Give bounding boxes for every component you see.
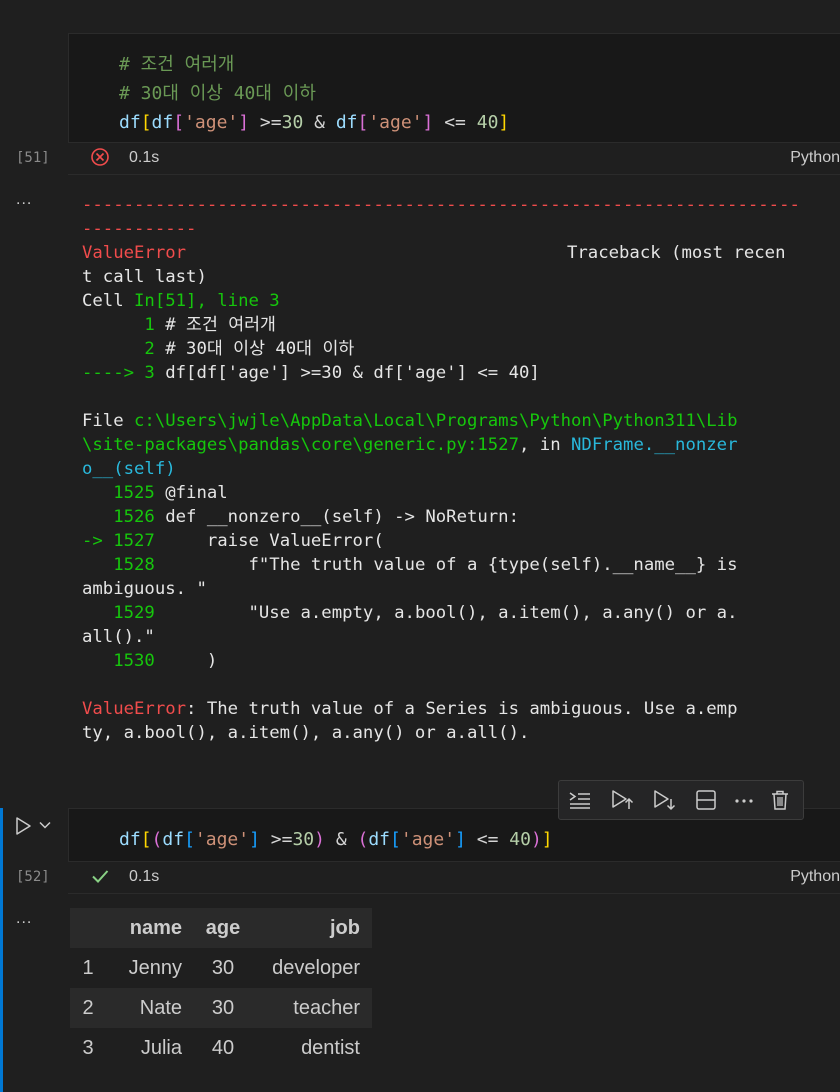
divider	[68, 174, 840, 175]
traceback-dashes: ----------------------------------------…	[82, 195, 800, 215]
column-header-job: job	[330, 916, 360, 939]
traceback-file-line: File c:\Users\jwjle\AppData\Local\Progra…	[82, 411, 738, 431]
cell-name: Julia	[140, 1036, 182, 1059]
traceback-header: ValueError Traceback (most recen	[82, 243, 786, 263]
traceback-lib-line: 1528 f"The truth value of a {type(self).…	[82, 555, 738, 575]
row-index: 2	[82, 996, 94, 1019]
run-below-icon[interactable]	[651, 787, 677, 813]
code-line-1: # 조건 여러개	[119, 54, 235, 75]
traceback-wrap-line: ambiguous. "	[82, 579, 207, 599]
traceback-lib-line: 1530 )	[82, 651, 218, 671]
check-icon	[90, 866, 110, 886]
code-cell-51-editor[interactable]: # 조건 여러개 # 30대 이상 40대 이하 df[df['age'] >=…	[68, 33, 840, 143]
run-by-line-icon[interactable]	[567, 787, 593, 813]
error-message: ValueError: The truth value of a Series …	[82, 699, 738, 719]
traceback-wrap-line: all()."	[82, 627, 155, 647]
run-cell-button[interactable]	[12, 815, 34, 837]
output-more-button[interactable]: ...	[16, 911, 32, 927]
cell-age: 40	[211, 1036, 235, 1059]
cell-focus-indicator	[0, 808, 3, 1092]
traceback-lib-arrow-line: -> 1527 raise ValueError(	[82, 531, 384, 551]
cell-age: 30	[211, 956, 235, 979]
index-header	[70, 908, 106, 948]
chevron-down-icon[interactable]	[38, 818, 52, 832]
cell-name: Jenny	[128, 956, 182, 979]
column-header-name: name	[129, 916, 182, 939]
output-more-button[interactable]: ...	[16, 192, 32, 208]
delete-icon[interactable]	[767, 787, 793, 813]
traceback-file-line: o__(self)	[82, 459, 176, 479]
cell-job: developer	[272, 956, 360, 979]
row-index: 3	[82, 1036, 94, 1059]
dataframe-table: name age job 1 Jenny 30 developer 2 Nate…	[70, 908, 372, 1068]
cell-toolbar	[558, 780, 804, 820]
kernel-language-label[interactable]: Python	[790, 868, 840, 886]
table-row: 3 Julia 40 dentist	[70, 1028, 372, 1068]
cell-52-status-bar: 0.1s Python	[68, 862, 840, 894]
traceback-lib-line: 1529 "Use a.empty, a.bool(), a.item(), a…	[82, 603, 738, 623]
cell-job: dentist	[301, 1036, 360, 1059]
divider	[68, 893, 840, 894]
error-icon	[90, 147, 110, 167]
traceback-lib-line: 1525 @final	[82, 483, 228, 503]
execution-time: 0.1s	[129, 868, 160, 885]
cell-name: Nate	[139, 996, 182, 1019]
cell-51-status-bar: 0.1s Python	[68, 143, 840, 175]
execution-time: 0.1s	[129, 149, 160, 166]
table-header-row: name age job	[70, 908, 372, 948]
traceback-dashes: -----------	[82, 219, 197, 239]
kernel-language-label[interactable]: Python	[790, 149, 840, 167]
traceback-source-line: 2 # 30대 이상 40대 이하	[82, 339, 355, 359]
traceback-header-cont: t call last)	[82, 267, 207, 287]
code-line-3: df[df['age'] >=30 & df['age'] <= 40]	[119, 112, 510, 133]
code-line-2: # 30대 이상 40대 이하	[119, 83, 316, 104]
more-actions-icon[interactable]	[731, 787, 757, 813]
traceback-output: ----------------------------------------…	[82, 193, 822, 745]
table-row: 1 Jenny 30 developer	[70, 948, 372, 988]
table-row: 2 Nate 30 teacher	[70, 988, 372, 1028]
cell-job: teacher	[293, 996, 360, 1019]
execution-count-52: [52]	[16, 869, 50, 885]
cell-age: 30	[211, 996, 235, 1019]
error-message-cont: ty, a.bool(), a.item(), a.any() or a.all…	[82, 723, 530, 743]
column-header-age: age	[205, 916, 241, 939]
run-above-icon[interactable]	[609, 787, 635, 813]
execution-count-51: [51]	[16, 150, 50, 166]
traceback-arrow-line: ----> 3 df[df['age'] >=30 & df['age'] <=…	[82, 363, 540, 383]
split-cell-icon[interactable]	[693, 787, 719, 813]
row-index: 1	[82, 956, 94, 979]
traceback-cell-ref: Cell In[51], line 3	[82, 291, 280, 311]
traceback-file-line: \site-packages\pandas\core\generic.py:15…	[82, 435, 738, 455]
code-line-1: df[(df['age'] >=30) & (df['age'] <= 40)]	[119, 829, 553, 850]
traceback-lib-line: 1526 def __nonzero__(self) -> NoReturn:	[82, 507, 519, 527]
traceback-source-line: 1 # 조건 여러개	[82, 315, 276, 335]
